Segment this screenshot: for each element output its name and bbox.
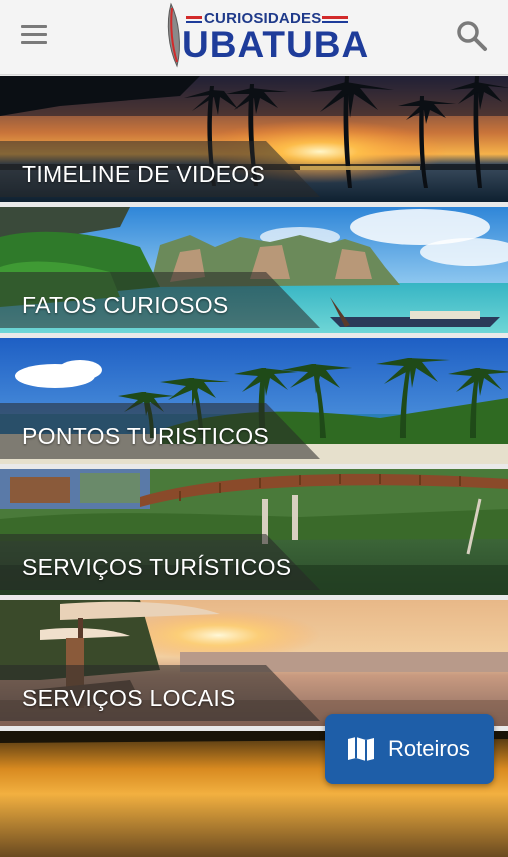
logo-stripe xyxy=(186,21,202,23)
card-label: FATOS CURIOSOS xyxy=(22,292,229,318)
card-label: SERVIÇOS TURÍSTICOS xyxy=(22,554,292,580)
search-icon[interactable] xyxy=(454,18,490,54)
card-servicos-locais[interactable]: SERVIÇOS LOCAIS xyxy=(0,600,508,726)
roteiros-button[interactable]: Roteiros xyxy=(325,714,494,784)
card-servicos-turisticos[interactable]: SERVIÇOS TURÍSTICOS xyxy=(0,469,508,595)
card-label: TIMELINE DE VIDEOS xyxy=(22,161,266,187)
hamburger-menu-icon[interactable] xyxy=(18,22,52,50)
logo-stripe xyxy=(186,16,202,19)
card-label: PONTOS TURISTICOS xyxy=(22,423,270,449)
logo-stripe xyxy=(322,16,348,19)
card-label: SERVIÇOS LOCAIS xyxy=(22,685,236,711)
card-pontos-turisticos[interactable]: PONTOS TURISTICOS xyxy=(0,338,508,464)
map-icon xyxy=(348,737,374,761)
logo-title: UBATUBA xyxy=(182,24,370,65)
logo-stripe xyxy=(322,21,348,23)
top-app-bar: CURIOSIDADES UBATUBA xyxy=(0,0,508,75)
card-fatos-curiosos[interactable]: FATOS CURIOSOS xyxy=(0,207,508,333)
card-timeline-de-videos[interactable]: TIMELINE DE VIDEOS xyxy=(0,76,508,202)
app-logo[interactable]: CURIOSIDADES UBATUBA xyxy=(162,2,368,68)
roteiros-label: Roteiros xyxy=(388,736,470,761)
